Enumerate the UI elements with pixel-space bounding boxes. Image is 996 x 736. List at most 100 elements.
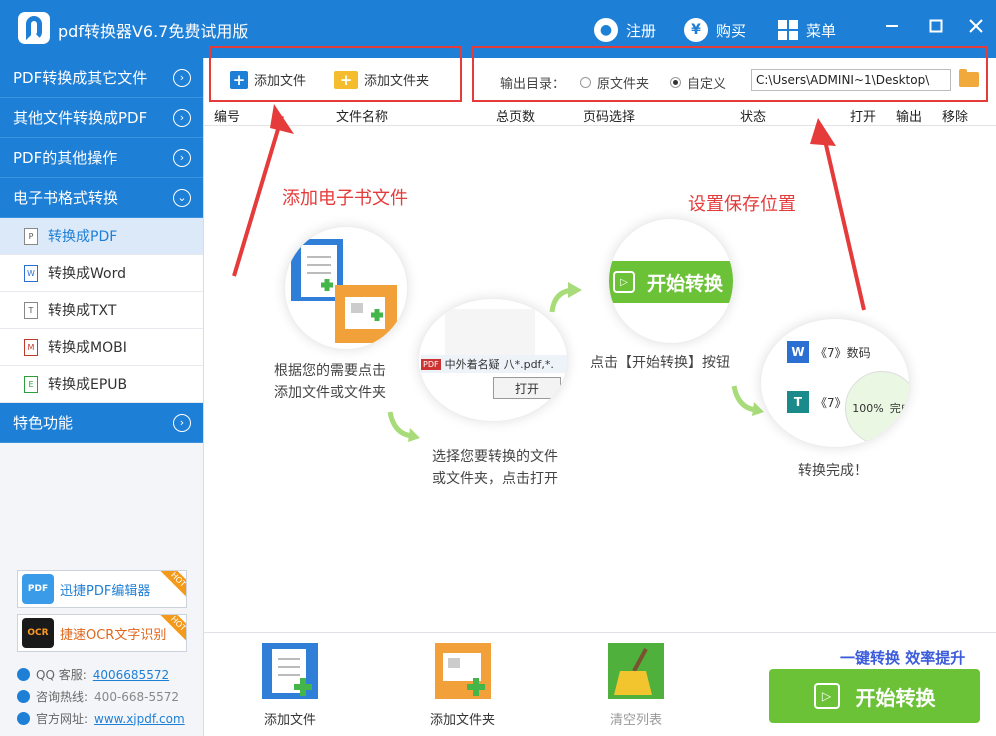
sidebar-category-pdf-other-ops[interactable]: PDF的其他操作 › [0,138,203,178]
guide-area: 添加电子书文件 设置保存位置 根据您的需要点击 添加文件或文件夹 PDF 中外着… [204,104,996,632]
maximize-icon [929,19,943,33]
add-files-illustration-icon [291,239,397,343]
step1-line1: 根据您的需要点击 [274,363,386,379]
txt-file-icon: T [24,301,38,319]
annotation-add-ebook: 添加电子书文件 [282,188,408,209]
green-arrow-icon [731,385,764,416]
close-button[interactable] [964,14,988,38]
minimize-icon [886,25,898,27]
promo-pdf-editor[interactable]: PDF 迅捷PDF编辑器 HOT [17,570,187,608]
ie-icon [17,712,30,725]
pdf-editor-logo-icon: PDF [22,574,54,604]
sidebar-item-to-mobi[interactable]: M 转换成MOBI [0,329,203,366]
progress-value: 100% [852,401,884,415]
broom-icon [608,643,664,699]
bubble2-file: 中外着名疑 [444,358,500,371]
bottom-add-folder-button[interactable]: 添加文件夹 [430,641,495,728]
pdf-badge-icon: PDF [421,358,441,370]
chevron-right-icon: › [173,148,191,167]
start-convert-label: 开始转换 [855,685,936,710]
hotline-value: 400-668-5572 [94,689,180,704]
sidebar-item-to-txt[interactable]: T 转换成TXT [0,292,203,329]
bottom-add-file-button[interactable]: 添加文件 [260,641,320,728]
chevron-right-icon: › [173,68,191,87]
slogan-text: 一键转换 效率提升 [840,649,966,667]
add-file-label: 添加文件 [254,74,307,89]
maximize-button[interactable] [924,14,948,38]
contact-qq: QQ 客服: 4006685572 [17,666,169,683]
chevron-right-icon: › [173,413,191,432]
register-button[interactable]: ● 注册 [594,16,656,44]
category-label: 其他文件转换成PDF [13,109,148,127]
clear-list-label: 清空列表 [609,713,662,728]
browse-folder-icon[interactable] [959,69,979,87]
add-folder-button[interactable]: + 添加文件夹 [334,70,429,89]
add-folder-icon: + [334,70,358,89]
word-file-icon: W [24,264,38,282]
sidebar-item-to-word[interactable]: W 转换成Word [0,255,203,292]
sidebar-item-label: 转换成EPUB [48,377,128,393]
close-icon [969,19,983,33]
sidebar-category-other-to-pdf[interactable]: 其他文件转换成PDF › [0,98,203,138]
green-arrow-icon [549,282,582,313]
contact-label: QQ 客服: [36,668,87,682]
sidebar-item-label: 转换成MOBI [48,340,127,356]
radio-label: 原文件夹 [597,77,650,92]
add-file-icon: + [230,70,248,89]
headset-icon [17,690,30,703]
step4-bubble: W 《7》数码 T 《7》 100% 完成 [760,318,910,448]
category-label: 特色功能 [13,414,74,432]
sidebar-category-special[interactable]: 特色功能 › [0,403,203,443]
annotation-save-location: 设置保存位置 [688,194,796,215]
qq-link[interactable]: 4006685572 [93,668,169,682]
epub-file-icon: E [24,375,38,393]
contact-website: 官方网址: www.xjpdf.com [17,710,185,727]
category-label: PDF转换成其它文件 [13,69,148,87]
category-label: PDF的其他操作 [13,149,118,167]
step1-text: 根据您的需要点击 添加文件或文件夹 [274,360,386,404]
radio-label: 自定义 [687,77,727,92]
bubble3-start: 开始转换 [647,272,724,295]
step1-bubble [284,226,408,350]
mobi-file-icon: M [24,338,38,356]
sidebar-category-pdf-to-other[interactable]: PDF转换成其它文件 › [0,58,203,98]
minimize-button[interactable] [880,14,904,38]
play-icon: ▷ [813,683,840,709]
menu-button[interactable]: 菜单 [778,16,836,44]
website-link[interactable]: www.xjpdf.com [94,712,185,726]
register-label: 注册 [626,21,657,40]
radio-custom-folder[interactable]: 自定义 [670,73,726,92]
pdf-file-icon: P [24,227,38,245]
add-folder-large-icon [434,643,491,699]
sidebar-item-label: 转换成PDF [48,229,118,245]
bottom-add-file-label: 添加文件 [263,713,316,728]
chevron-right-icon: › [173,108,191,127]
promo-ocr[interactable]: OCR 捷速OCR文字识别 HOT [17,614,187,652]
sidebar-item-to-epub[interactable]: E 转换成EPUB [0,366,203,403]
sidebar: PDF转换成其它文件 › 其他文件转换成PDF › PDF的其他操作 › 电子书… [0,58,204,736]
add-folder-label: 添加文件夹 [364,74,430,89]
output-path-input[interactable] [751,69,951,91]
step3-bubble: ▷ 开始转换 [608,218,734,344]
promo-label: 捷速OCR文字识别 [60,627,167,643]
step2-line2: 或文件夹，点击打开 [432,471,558,487]
step4-text: 转换完成！ [798,463,868,479]
step2-text: 选择您要转换的文件 或文件夹，点击打开 [432,446,558,490]
sidebar-item-to-pdf[interactable]: P 转换成PDF [0,218,203,255]
hot-badge: HOT [158,571,186,600]
sidebar-category-ebook[interactable]: 电子书格式转换 ⌄ [0,178,203,218]
radio-original-folder[interactable]: 原文件夹 [580,73,649,92]
user-icon: ● [594,18,618,42]
clear-list-button[interactable]: 清空列表 [606,641,666,728]
promo-label: 迅捷PDF编辑器 [60,583,151,599]
app-logo-icon [18,12,50,44]
bubble4-row1: 《7》数码 [815,345,871,360]
green-arrow-icon [387,411,420,442]
bottom-add-folder-label: 添加文件夹 [430,713,496,728]
add-file-large-icon [262,643,318,699]
buy-button[interactable]: ¥ 购买 [684,16,746,44]
add-file-button[interactable]: + 添加文件 [230,70,306,89]
buy-label: 购买 [716,21,747,40]
start-convert-button[interactable]: ▷ 开始转换 [769,669,980,723]
step1-line2: 添加文件或文件夹 [274,385,386,401]
